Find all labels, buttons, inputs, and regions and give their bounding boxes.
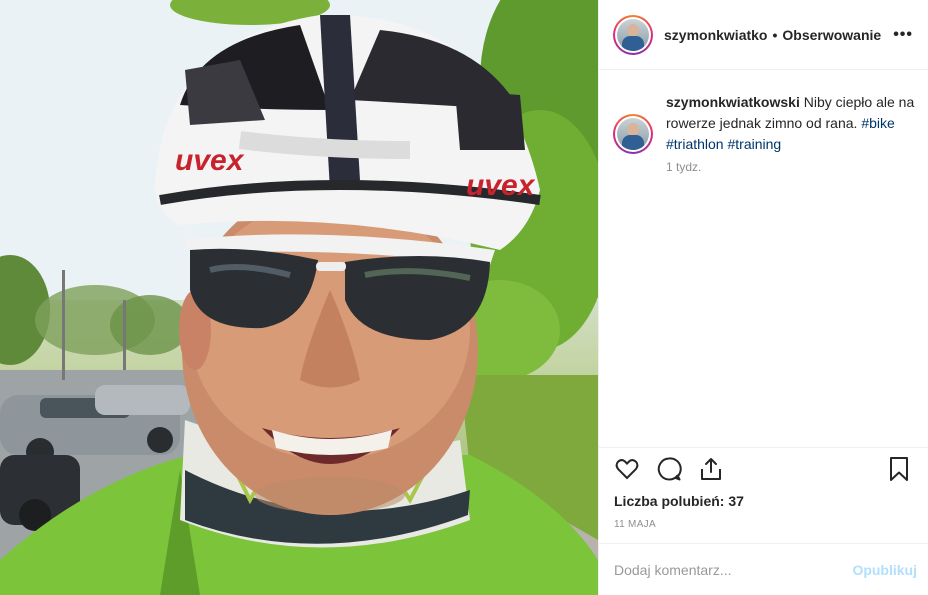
hashtag-training[interactable]: #training [727,136,781,152]
post-sidebar: szymonkwiatko • Obserwowanie ••• szymonk… [598,0,928,595]
following-button[interactable]: Obserwowanie [782,27,881,43]
avatar-photo [617,18,649,51]
selfie-cyclist-image: uvex uvex [0,0,598,595]
caption-avatar-border [615,116,651,152]
bookmark-icon[interactable] [886,456,912,482]
caption-username-link[interactable]: szymonkwiatkowski [666,94,800,110]
heart-icon[interactable] [614,456,640,482]
caption-avatar-photo [617,118,649,150]
hashtag-bike[interactable]: #bike [861,115,894,131]
caption-text: szymonkwiatkowski Niby ciepło ale na row… [666,92,923,155]
post-comment-button[interactable]: Opublikuj [852,562,917,578]
caption-avatar[interactable] [613,114,653,154]
caption-block: szymonkwiatkowski Niby ciepło ale na row… [613,92,923,155]
caption-avatar-body-shape [622,135,644,150]
hashtag-triathlon[interactable]: #triathlon [666,136,724,152]
more-options-icon[interactable]: ••• [893,26,913,44]
helmet-brand-left: uvex [175,144,245,177]
header-username-link[interactable]: szymonkwiatko [664,27,767,43]
comment-form: Opublikuj [598,543,928,595]
action-bar [598,447,928,489]
share-icon[interactable] [698,456,724,482]
header-separator: • [772,26,778,43]
avatar[interactable] [613,14,653,55]
helmet-brand-right: uvex [466,169,536,202]
avatar-head-shape [627,23,639,37]
caption-relative-time[interactable]: 1 tydz. [666,160,701,174]
comment-input[interactable] [614,561,853,578]
avatar-body-shape [622,35,644,51]
post-photo: uvex uvex [0,0,598,595]
comment-icon[interactable] [656,456,682,482]
avatar-border [615,16,651,53]
post-header: szymonkwiatko • Obserwowanie ••• [599,0,928,70]
